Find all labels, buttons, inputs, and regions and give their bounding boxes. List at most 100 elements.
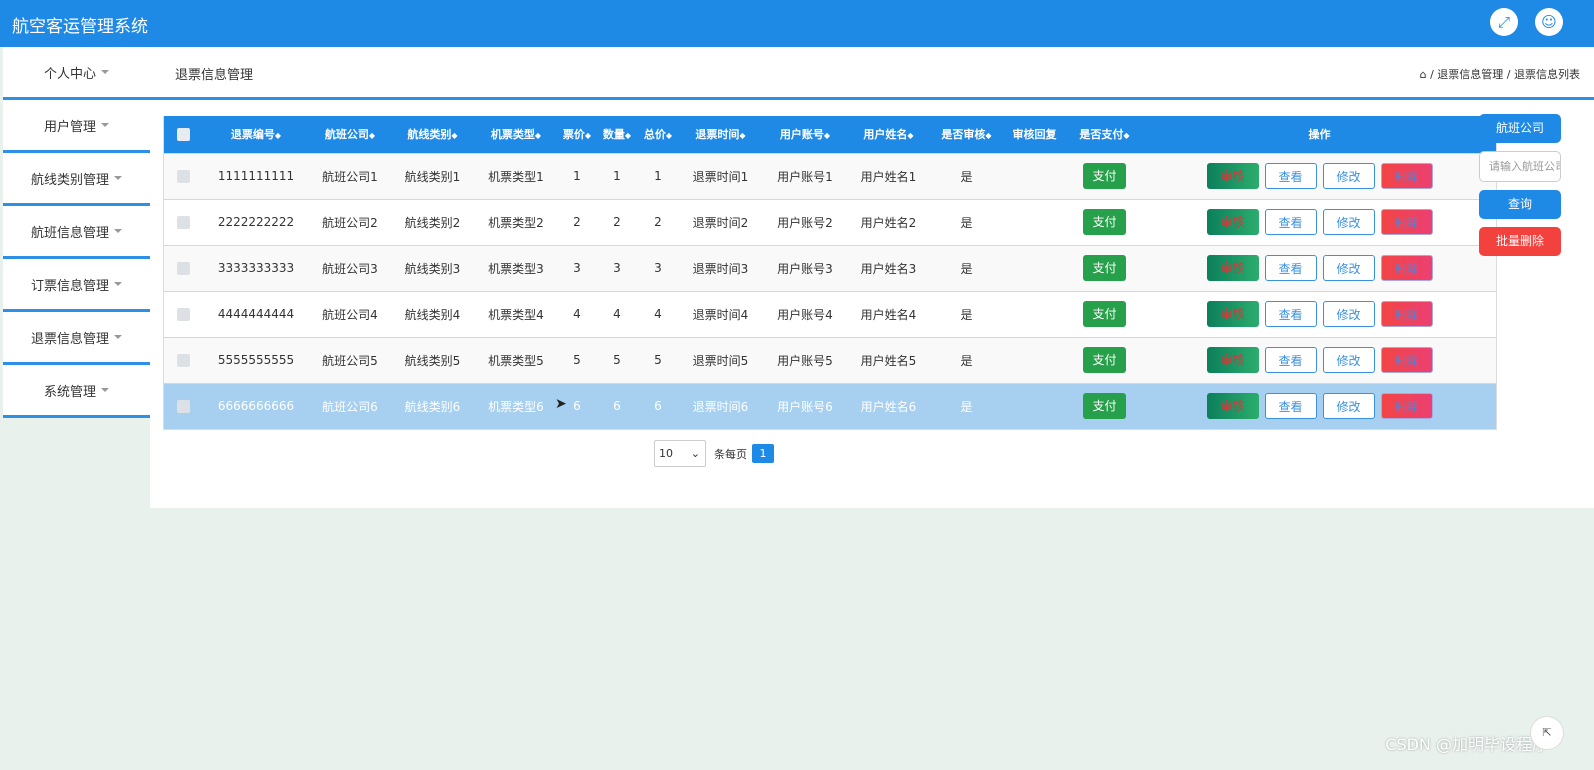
page-number-button[interactable]: 1 bbox=[752, 444, 774, 463]
cell-qty: 3 bbox=[613, 261, 621, 275]
cell-qty: 6 bbox=[613, 399, 621, 414]
table-row[interactable]: 5555555555 航班公司5 航线类别5 机票类型5 5 5 5 退票时间5 用户账号5 用户… bbox=[164, 337, 1496, 383]
delete-button[interactable]: 删除 bbox=[1380, 347, 1433, 373]
sidebar-item-flight-info[interactable]: 航班信息管理 bbox=[3, 206, 150, 259]
sidebar-item-user-management[interactable]: 用户管理 bbox=[3, 100, 150, 153]
audit-button[interactable]: 审核 bbox=[1206, 255, 1259, 281]
edit-button[interactable]: 修改 bbox=[1322, 347, 1375, 373]
sidebar-item-refund-info[interactable]: 退票信息管理 bbox=[3, 312, 150, 365]
cell-audited: 是 bbox=[960, 169, 973, 184]
search-panel: 航班公司 请输入航班公司 查询 批量删除 bbox=[1479, 114, 1561, 264]
cell-no: 6666666666 bbox=[217, 399, 295, 414]
delete-button[interactable]: 删除 bbox=[1380, 209, 1433, 235]
row-checkbox[interactable] bbox=[177, 170, 190, 183]
audit-button[interactable]: 审核 bbox=[1206, 347, 1259, 373]
sidebar-item-personal-center[interactable]: 个人中心 bbox=[3, 47, 150, 100]
edit-button[interactable]: 修改 bbox=[1322, 255, 1375, 281]
cell-total: 6 bbox=[654, 399, 662, 414]
pay-button[interactable]: 支付 bbox=[1083, 347, 1126, 373]
cell-total: 3 bbox=[654, 261, 662, 275]
pay-button[interactable]: 支付 bbox=[1083, 209, 1126, 235]
row-checkbox[interactable] bbox=[177, 262, 190, 275]
delete-button[interactable]: 删除 bbox=[1380, 163, 1433, 189]
edit-button[interactable]: 修改 bbox=[1322, 209, 1375, 235]
column-header[interactable]: 是否支付◆ bbox=[1066, 116, 1143, 153]
audit-button[interactable]: 审核 bbox=[1206, 393, 1259, 420]
pay-button[interactable]: 支付 bbox=[1083, 255, 1126, 281]
view-button[interactable]: 查看 bbox=[1264, 301, 1317, 327]
sidebar-item-route-category[interactable]: 航线类别管理 bbox=[3, 153, 150, 206]
sort-icon: ◆ bbox=[823, 131, 831, 141]
caret-down-icon bbox=[101, 123, 109, 127]
edit-button[interactable]: 修改 bbox=[1322, 301, 1375, 327]
company-filter-label[interactable]: 航班公司 bbox=[1479, 114, 1561, 143]
edit-button[interactable]: 修改 bbox=[1322, 393, 1375, 420]
view-button[interactable]: 查看 bbox=[1264, 209, 1317, 235]
audit-button[interactable]: 审核 bbox=[1206, 209, 1259, 235]
sidebar-item-booking-info[interactable]: 订票信息管理 bbox=[3, 259, 150, 312]
breadcrumb-bar: 退票信息管理 ⌂ / 退票信息管理 / 退票信息列表 bbox=[150, 47, 1594, 100]
row-checkbox[interactable] bbox=[177, 354, 190, 367]
column-header[interactable]: 总价◆ bbox=[638, 116, 678, 153]
sidebar-item-system[interactable]: 系统管理 bbox=[3, 365, 150, 418]
cell-price: 5 bbox=[573, 353, 581, 367]
cell-reply bbox=[1003, 199, 1066, 245]
batch-delete-button[interactable]: 批量删除 bbox=[1479, 227, 1561, 256]
table-row[interactable]: 3333333333 航班公司3 航线类别3 机票类型3 3 3 3 退票时间3 用户账号3 用户… bbox=[164, 245, 1496, 291]
delete-button[interactable]: 删除 bbox=[1380, 255, 1433, 281]
company-search-input[interactable]: 请输入航班公司 bbox=[1479, 151, 1561, 182]
delete-button[interactable]: 删除 bbox=[1380, 301, 1433, 327]
column-header[interactable]: 票价◆ bbox=[558, 116, 596, 153]
table-header-row: 退票编号◆ 航班公司◆ 航线类别◆ 机票类型◆ 票价◆ 数量◆ 总价◆ 退票时间… bbox=[164, 116, 1496, 153]
cell-ticket_type: 机票类型3 bbox=[488, 261, 544, 276]
row-checkbox[interactable] bbox=[177, 308, 190, 321]
view-button[interactable]: 查看 bbox=[1264, 393, 1317, 420]
sidebar-item-label: 用户管理 bbox=[43, 119, 96, 135]
float-icon[interactable]: ⇱ bbox=[1530, 716, 1564, 750]
column-header[interactable]: 是否审核◆ bbox=[930, 116, 1003, 153]
pay-button[interactable]: 支付 bbox=[1083, 393, 1126, 420]
breadcrumb-path: / 退票信息管理 / 退票信息列表 bbox=[1430, 68, 1580, 81]
fullscreen-icon[interactable]: ⤢ bbox=[1490, 8, 1518, 36]
row-checkbox[interactable] bbox=[177, 216, 190, 229]
column-header[interactable]: 航班公司◆ bbox=[309, 116, 391, 153]
table-row[interactable]: 4444444444 航班公司4 航线类别4 机票类型4 4 4 4 退票时间4 用户账号4 用户… bbox=[164, 291, 1496, 337]
column-header[interactable]: 用户姓名◆ bbox=[847, 116, 930, 153]
query-button[interactable]: 查询 bbox=[1479, 190, 1561, 219]
cell-audited: 是 bbox=[960, 261, 973, 276]
audit-button[interactable]: 审核 bbox=[1206, 163, 1259, 189]
view-button[interactable]: 查看 bbox=[1264, 255, 1317, 281]
row-checkbox[interactable] bbox=[177, 400, 190, 414]
cell-name: 用户姓名5 bbox=[860, 353, 917, 368]
view-button[interactable]: 查看 bbox=[1264, 163, 1317, 189]
pay-button[interactable]: 支付 bbox=[1083, 301, 1126, 327]
pay-button[interactable]: 支付 bbox=[1083, 163, 1126, 189]
page-size-select[interactable]: 10 ⌄ bbox=[654, 440, 706, 467]
home-icon[interactable]: ⌂ bbox=[1420, 68, 1427, 81]
caret-down-icon bbox=[101, 70, 109, 74]
column-header[interactable]: 航线类别◆ bbox=[391, 116, 474, 153]
column-header[interactable]: 退票时间◆ bbox=[678, 116, 763, 153]
cell-company: 航班公司2 bbox=[322, 215, 378, 230]
audit-button[interactable]: 审核 bbox=[1206, 301, 1259, 327]
select-all-checkbox[interactable] bbox=[177, 128, 190, 141]
cell-qty: 2 bbox=[613, 215, 621, 229]
view-button[interactable]: 查看 bbox=[1264, 347, 1317, 373]
table-row[interactable]: 2222222222 航班公司2 航线类别2 机票类型2 2 2 2 退票时间2 用户账号2 用户… bbox=[164, 199, 1496, 245]
cell-reply bbox=[1003, 337, 1066, 383]
column-header[interactable]: 用户账号◆ bbox=[763, 116, 847, 153]
cell-reply bbox=[1003, 245, 1066, 291]
table-row[interactable]: 1111111111 航班公司1 航线类别1 机票类型1 1 1 1 退票时间1 用户账号1 用户… bbox=[164, 153, 1496, 199]
user-icon[interactable]: ☺ bbox=[1535, 8, 1563, 36]
cell-no: 4444444444 bbox=[217, 307, 295, 321]
column-header[interactable]: 机票类型◆ bbox=[474, 116, 558, 153]
column-header[interactable]: 退票编号◆ bbox=[203, 116, 309, 153]
column-header[interactable]: 数量◆ bbox=[596, 116, 638, 153]
cell-account: 用户账号3 bbox=[777, 261, 833, 276]
edit-button[interactable]: 修改 bbox=[1322, 163, 1375, 189]
table-row[interactable]: 6666666666 航班公司6 航线类别6 机票类型6 6 6 6 退票时间6 用户账号6 用户… bbox=[164, 383, 1496, 429]
cell-qty: 4 bbox=[613, 307, 621, 321]
cell-price: 4 bbox=[573, 307, 581, 321]
cell-price: 1 bbox=[573, 169, 581, 183]
delete-button[interactable]: 删除 bbox=[1380, 393, 1433, 420]
